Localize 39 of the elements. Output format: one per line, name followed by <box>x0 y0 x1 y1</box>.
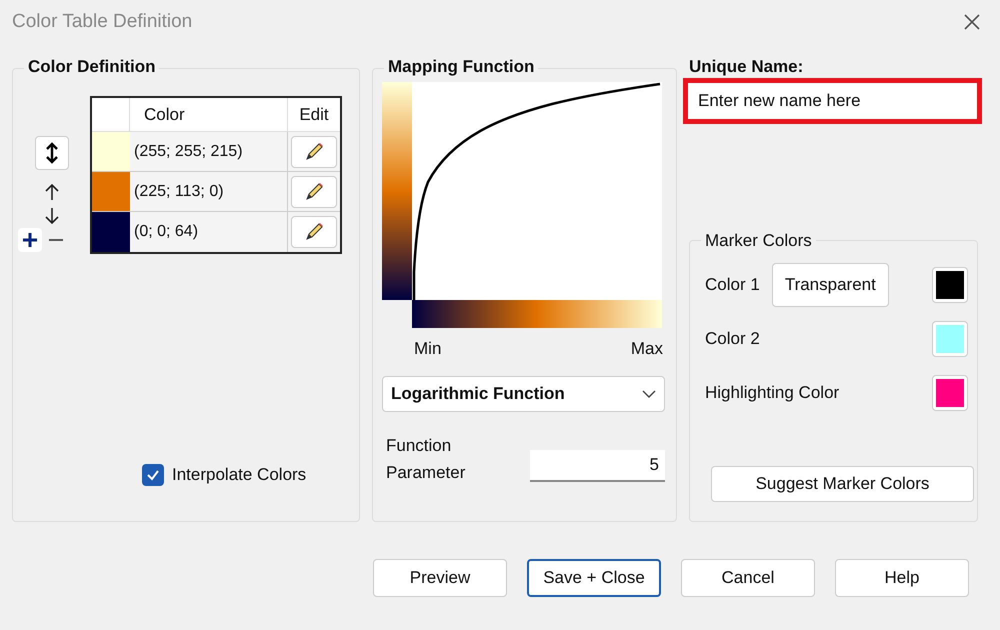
window-title: Color Table Definition <box>12 10 192 34</box>
edit-button[interactable] <box>291 136 337 168</box>
pencil-icon <box>303 180 325 202</box>
add-button[interactable] <box>18 228 42 252</box>
column-header: Edit <box>298 104 330 126</box>
edit-button[interactable] <box>291 216 337 248</box>
plus-icon <box>22 232 38 248</box>
interpolate-checkbox[interactable]: Interpolate Colors <box>142 462 306 488</box>
parameter-field[interactable]: 5 <box>530 450 665 482</box>
transparent-button[interactable]: Transparent <box>772 263 889 307</box>
color-label: Color 1 <box>705 274 760 296</box>
up-down-arrow-icon <box>45 142 59 164</box>
table-cell: (225; 113; 0) <box>130 172 288 211</box>
minus-icon <box>48 239 64 241</box>
dialog-button[interactable]: Cancel <box>681 559 815 597</box>
max-label: Max <box>630 338 663 360</box>
up-arrow-icon <box>45 183 59 201</box>
pencil-icon <box>303 140 325 162</box>
checkmark-icon <box>146 468 160 482</box>
pencil-icon <box>303 221 325 243</box>
table-cell: (0; 0; 64) <box>130 212 288 252</box>
swap-button[interactable] <box>35 136 69 170</box>
field-label: Unique Name: <box>689 56 804 78</box>
table-cell: (255; 255; 215) <box>130 132 288 171</box>
suggest-button[interactable]: Suggest Marker Colors <box>711 466 974 502</box>
color-label: Color 2 <box>705 328 760 350</box>
close-icon <box>963 13 981 31</box>
down-arrow-icon <box>45 207 59 225</box>
dialog-button[interactable]: Save + Close <box>527 559 661 597</box>
chevron-down-icon <box>642 390 656 398</box>
dialog-button[interactable]: Help <box>835 559 969 597</box>
edit-button[interactable] <box>291 176 337 208</box>
min-label: Min <box>414 338 442 360</box>
column-header: Color <box>130 98 288 131</box>
color-label: Highlighting Color <box>705 382 840 404</box>
parameter-label: Function Parameter <box>386 435 466 484</box>
dialog-button[interactable]: Preview <box>373 559 507 597</box>
name-field[interactable]: Enter new name here <box>683 78 982 124</box>
function-dropdown[interactable]: Logarithmic Function <box>382 376 665 412</box>
